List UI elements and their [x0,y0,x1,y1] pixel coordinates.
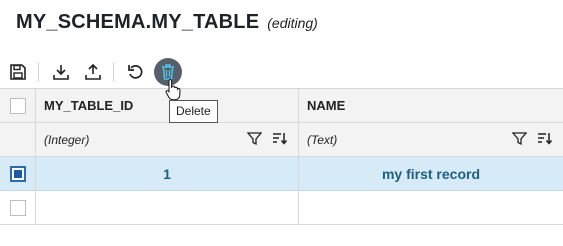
editing-status: (editing) [267,15,318,31]
row-select-cell [0,191,36,224]
table-row[interactable] [0,191,563,225]
save-button[interactable] [4,58,32,86]
hand-cursor-icon [165,78,183,105]
table-cell[interactable]: 1 [36,157,299,190]
column-type-cell: (Text) [299,123,563,156]
table-cell[interactable]: my first record [299,157,563,190]
column-type-label: (Integer) [44,132,90,147]
download-button[interactable] [47,58,75,86]
upload-icon [84,63,102,81]
undo-button[interactable] [122,58,150,86]
data-grid: MY_TABLE_ID NAME (Integer) (Text) 1 my f… [0,88,563,225]
select-all-checkbox[interactable] [9,97,26,114]
sort-icon[interactable] [272,131,288,146]
column-header-row: MY_TABLE_ID NAME [0,89,563,123]
column-type-cell: (Integer) [36,123,299,156]
page-header: MY_SCHEMA.MY_TABLE (editing) [16,11,318,34]
save-icon [9,63,27,81]
row-checkbox[interactable] [9,199,26,216]
page-title: MY_SCHEMA.MY_TABLE [16,11,260,33]
row-checkbox[interactable] [9,165,26,182]
row-select-cell [0,157,36,190]
table-cell[interactable] [299,191,563,224]
upload-button[interactable] [79,58,107,86]
sort-icon[interactable] [537,131,553,146]
select-all-cell [0,89,36,122]
type-row-spacer [0,123,36,156]
filter-icon[interactable] [512,131,527,146]
toolbar [0,56,563,88]
download-icon [52,63,70,81]
toolbar-divider [113,62,114,82]
filter-icon[interactable] [247,131,262,146]
undo-icon [127,63,145,81]
column-header-name[interactable]: NAME [299,89,563,122]
toolbar-divider [38,62,39,82]
column-type-label: (Text) [307,132,338,147]
table-cell[interactable] [36,191,299,224]
column-type-row: (Integer) (Text) [0,123,563,157]
table-row[interactable]: 1 my first record [0,157,563,191]
